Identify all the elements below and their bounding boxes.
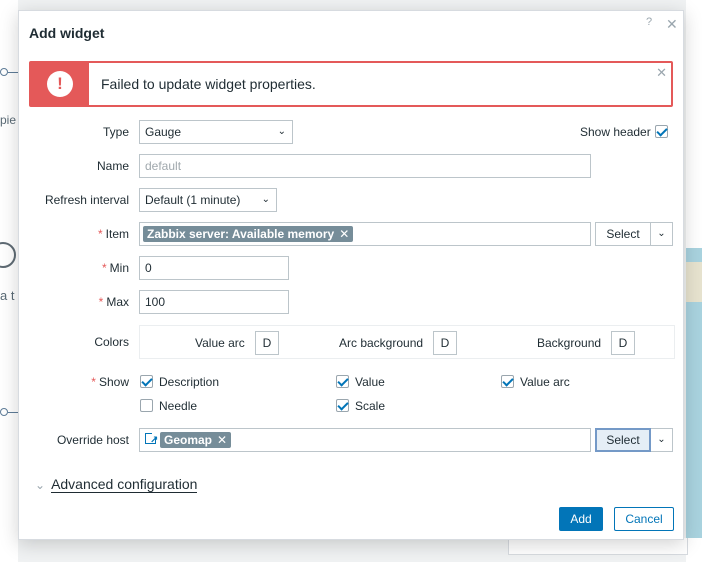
value-checkbox-label: Value — [355, 375, 385, 389]
background-color-button[interactable]: D — [611, 331, 635, 355]
help-icon[interactable]: ? — [646, 16, 652, 28]
refresh-interval-label: Refresh interval — [44, 193, 129, 207]
arc-background-color-label: Arc background — [339, 336, 424, 350]
needle-checkbox-label: Needle — [159, 399, 198, 413]
background-node — [0, 68, 8, 76]
colors-group: Value arc D Arc background D Background … — [139, 325, 675, 359]
name-label: Name — [96, 159, 129, 173]
add-button[interactable]: Add — [559, 507, 603, 531]
error-message-box: ! Failed to update widget properties. ✕ — [29, 61, 673, 107]
description-checkbox[interactable] — [140, 375, 153, 388]
error-strip: ! — [31, 63, 89, 105]
value-checkbox[interactable] — [336, 375, 349, 388]
chevron-down-icon: ⌄ — [657, 228, 666, 239]
name-placeholder: default — [145, 159, 182, 173]
background-node-line — [8, 412, 18, 413]
remove-tag-icon[interactable]: ✕ — [217, 433, 227, 447]
value-arc-checkbox-label: Value arc — [520, 375, 570, 389]
item-tag: Zabbix server: Available memory ✕ — [143, 226, 354, 242]
arc-background-color-button[interactable]: D — [433, 331, 457, 355]
show-header-checkbox[interactable] — [655, 125, 668, 138]
item-select-button[interactable]: Select — [595, 222, 651, 246]
background-text: pie — [0, 113, 17, 127]
value-arc-color-button[interactable]: D — [255, 331, 279, 355]
required-asterisk: * — [91, 375, 96, 389]
error-message-text: Failed to update widget properties. — [101, 76, 316, 92]
required-asterisk: * — [97, 227, 103, 241]
background-node — [0, 408, 8, 416]
remove-tag-icon[interactable]: ✕ — [339, 227, 349, 241]
override-host-multiselect[interactable]: ↗ Geomap ✕ — [139, 428, 591, 452]
background-bottom-panel — [508, 538, 688, 555]
advanced-configuration-label: Advanced configuration — [51, 476, 198, 493]
close-icon[interactable]: ✕ — [666, 16, 678, 33]
type-label: Type — [102, 125, 129, 139]
type-select-value: Gauge — [145, 125, 182, 139]
scale-checkbox[interactable] — [336, 399, 349, 412]
chevron-down-icon: ⌄ — [261, 194, 270, 205]
background-map-land — [686, 262, 702, 302]
background-left-panel — [0, 0, 18, 562]
background-color-label: Background — [537, 336, 602, 350]
refresh-interval-select[interactable]: Default (1 minute) ⌄ — [139, 188, 277, 212]
exclamation-icon: ! — [47, 71, 73, 97]
item-multiselect[interactable]: Zabbix server: Available memory ✕ — [139, 222, 591, 246]
min-label: * Min — [101, 261, 129, 275]
required-asterisk: * — [98, 295, 104, 309]
override-host-label: Override host — [56, 433, 129, 447]
value-arc-checkbox[interactable] — [501, 375, 514, 388]
override-host-tag: Geomap ✕ — [160, 432, 232, 448]
item-label: * Item — [97, 227, 129, 241]
chevron-down-icon: ⌄ — [657, 434, 666, 445]
type-select[interactable]: Gauge ⌄ — [139, 120, 293, 144]
show-label: * Show — [91, 375, 129, 389]
advanced-configuration-toggle[interactable]: ⌄ Advanced configuration — [35, 476, 198, 493]
description-checkbox-label: Description — [159, 375, 220, 389]
background-text: a t — [0, 288, 15, 303]
max-label: * Max — [98, 295, 129, 309]
refresh-interval-value: Default (1 minute) — [145, 193, 241, 207]
required-asterisk: * — [101, 261, 107, 275]
chevron-down-icon: ⌄ — [35, 478, 46, 492]
needle-checkbox[interactable] — [140, 399, 153, 412]
max-input[interactable]: 100 — [139, 290, 289, 314]
background-node-line — [8, 72, 18, 73]
item-select-dropdown[interactable]: ⌄ — [651, 222, 673, 246]
cancel-button[interactable]: Cancel — [614, 507, 674, 531]
scale-checkbox-label: Scale — [355, 399, 386, 413]
min-input[interactable]: 0 — [139, 256, 289, 280]
override-host-select-dropdown[interactable]: ⌄ — [651, 428, 673, 452]
chevron-down-icon: ⌄ — [277, 126, 286, 137]
name-input[interactable]: default — [139, 154, 591, 178]
show-header-label: Show header — [580, 125, 651, 139]
override-host-select-button[interactable]: Select — [595, 428, 651, 452]
add-widget-dialog: Add widget ? ✕ ! Failed to update widget… — [18, 10, 684, 540]
value-arc-color-label: Value arc — [195, 336, 245, 350]
dialog-title: Add widget — [29, 25, 105, 41]
error-close-icon[interactable]: ✕ — [656, 65, 667, 81]
colors-label: Colors — [94, 335, 129, 349]
